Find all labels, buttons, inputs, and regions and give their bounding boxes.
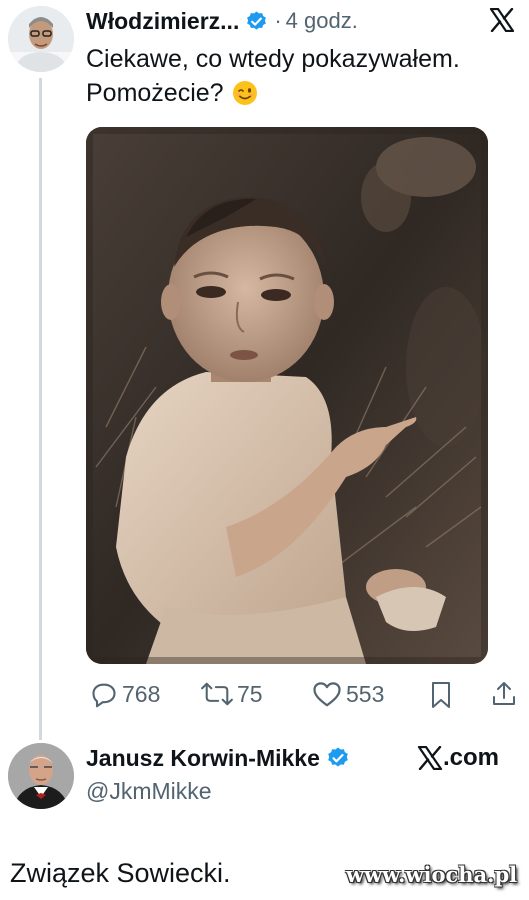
tweet-photo[interactable] [86, 127, 488, 664]
verified-badge-icon [326, 746, 350, 770]
verified-badge-icon [245, 10, 268, 33]
share-icon[interactable] [491, 680, 517, 708]
sepia-child-photo [86, 127, 488, 664]
reply-avatar[interactable] [8, 743, 74, 809]
x-com-suffix: .com [443, 744, 500, 771]
tweet-text-line1: Ciekawe, co wtedy pokazywałem. [86, 45, 460, 73]
watermark: www.wiocha.pl [346, 862, 518, 887]
reply-count: 768 [122, 680, 161, 707]
like-icon [313, 682, 341, 707]
x-logo-icon [417, 745, 443, 771]
tweet-author-name[interactable]: Włodzimierz... [86, 8, 239, 35]
repost-action[interactable]: 75 [201, 680, 263, 708]
winking-emoji-icon [232, 80, 258, 106]
like-count: 553 [346, 680, 385, 707]
tweet-timestamp[interactable]: 4 godz. [286, 8, 358, 34]
reply-handle[interactable]: @JkmMikke [86, 778, 212, 805]
tweet-text-line2: Pomożecie? [86, 79, 224, 107]
reply-text: Związek Sowiecki. [10, 858, 231, 888]
like-action[interactable]: 553 [312, 680, 384, 708]
x-logo-icon[interactable] [489, 7, 515, 33]
bookmark-icon[interactable] [430, 681, 452, 709]
x-com-brand: .com [417, 742, 499, 774]
thread-line [39, 78, 42, 740]
reply-author-name[interactable]: Janusz Korwin-Mikke [86, 745, 320, 772]
reply-icon [92, 683, 116, 708]
repost-count: 75 [237, 680, 263, 707]
avatar-portrait [8, 6, 74, 72]
reply-avatar-portrait [8, 743, 74, 809]
time-separator: · [274, 8, 282, 33]
avatar[interactable] [8, 6, 74, 72]
repost-icon [201, 682, 233, 706]
reply-action[interactable]: 768 [90, 680, 160, 708]
